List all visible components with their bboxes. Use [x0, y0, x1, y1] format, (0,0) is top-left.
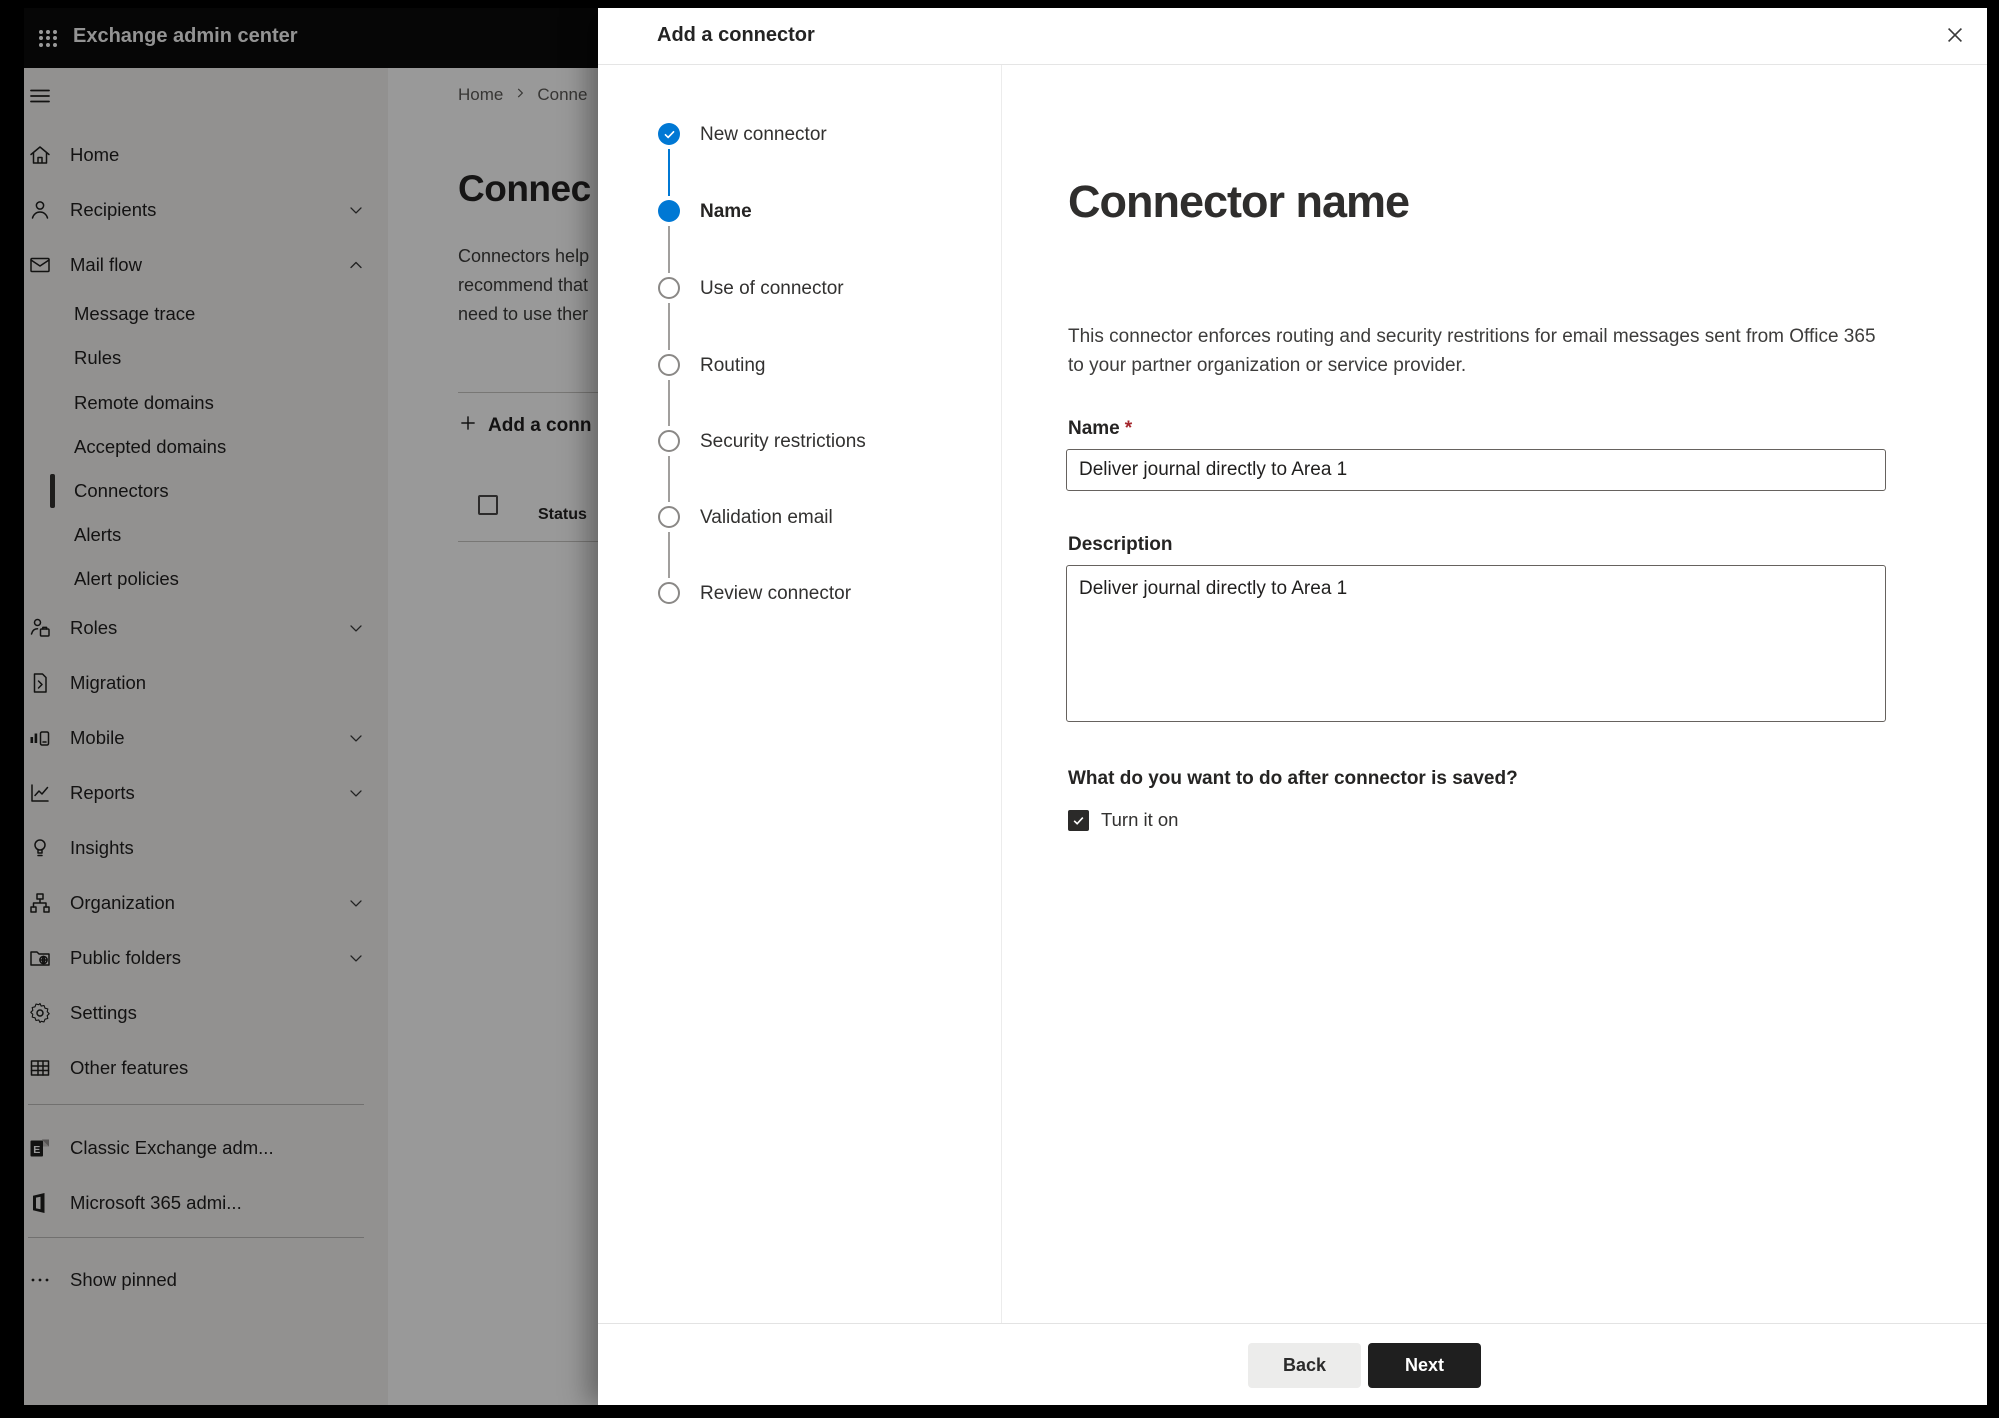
wizard-step-routing[interactable]: Routing [598, 343, 1002, 387]
description-textarea[interactable] [1066, 565, 1886, 722]
step-upcoming-icon [658, 354, 680, 376]
checkbox-checked-icon[interactable] [1068, 809, 1089, 831]
dialog-title: Add a connector [657, 24, 815, 46]
step-upcoming-icon [658, 582, 680, 604]
step-upcoming-icon [658, 506, 680, 528]
required-asterisk: * [1124, 418, 1133, 439]
close-icon [1944, 24, 1966, 51]
turn-it-on-checkbox-row[interactable]: Turn it on [1068, 808, 1178, 832]
wizard-step-new-connector[interactable]: New connector [598, 112, 1002, 156]
step-label: Review connector [700, 583, 852, 604]
step-label: Routing [700, 355, 766, 376]
wizard-step-security-restrictions[interactable]: Security restrictions [598, 419, 1002, 463]
close-button[interactable] [1936, 18, 1974, 56]
wizard-step-validation-email[interactable]: Validation email [598, 495, 1002, 539]
footer-divider [598, 1323, 1987, 1324]
turn-it-on-label: Turn it on [1101, 809, 1179, 830]
wizard-step-name[interactable]: Name [598, 189, 1002, 233]
description-field-label: Description [1068, 534, 1173, 555]
step-label: Name [700, 201, 752, 222]
wizard-steps: New connector Name Use of connector Routing… [598, 65, 1002, 1323]
step-heading: Connector name [1068, 176, 1410, 227]
add-connector-dialog: Add a connector New connector Name Use of … [598, 8, 1987, 1405]
next-button[interactable]: Next [1368, 1343, 1481, 1388]
step-label: Use of connector [700, 278, 844, 299]
step-label: New connector [700, 124, 827, 145]
step-upcoming-icon [658, 430, 680, 452]
step-description: This connector enforces routing and secu… [1068, 326, 1876, 376]
after-save-question: What do you want to do after connector i… [1068, 768, 1518, 789]
wizard-step-review-connector[interactable]: Review connector [598, 571, 1002, 615]
step-label: Validation email [700, 507, 833, 528]
step-current-icon [658, 200, 680, 222]
step-label: Security restrictions [700, 431, 866, 452]
name-field-label: Name * [1068, 418, 1133, 439]
wizard-step-use-of-connector[interactable]: Use of connector [598, 266, 1002, 310]
back-button[interactable]: Back [1248, 1343, 1361, 1388]
step-upcoming-icon [658, 277, 680, 299]
screenshot-frame: Exchange admin center Home Recipients Mail… [0, 0, 1999, 1418]
app-window: Exchange admin center Home Recipients Mail… [24, 8, 1987, 1405]
step-complete-icon [658, 123, 680, 145]
name-input[interactable] [1066, 449, 1886, 491]
dialog-header: Add a connector [598, 8, 1987, 65]
